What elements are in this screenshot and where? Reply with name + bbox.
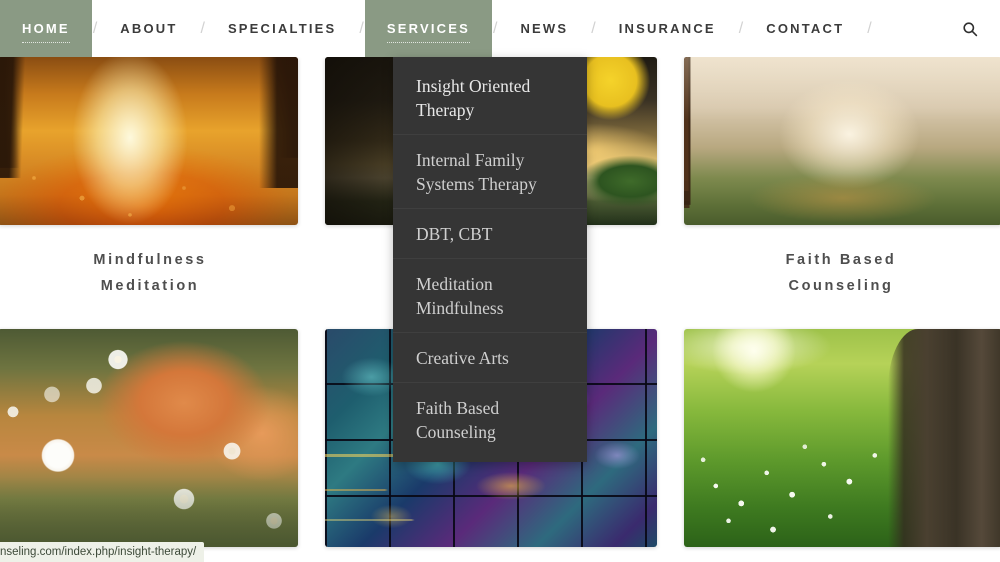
nav-item-insurance[interactable]: INSURANCE <box>597 0 738 57</box>
nav-item-services[interactable]: SERVICES <box>364 0 492 57</box>
nav-active-underline <box>386 42 470 43</box>
caption-line-2: Meditation <box>100 278 200 294</box>
gallery-tile-sunlit-meadow-tree[interactable] <box>684 329 1000 547</box>
gallery-tile-autumn-forest-path[interactable] <box>0 57 298 225</box>
nav-item-label: CONTACT <box>766 21 845 36</box>
page-root: Mindfulness Meditation Faith Based Couns… <box>0 0 1000 562</box>
nav-item-news[interactable]: NEWS <box>498 0 590 57</box>
sunlit-meadow-tree-image <box>684 329 1000 547</box>
browser-status-bar-url: nseling.com/index.php/insight-therapy/ <box>0 542 205 562</box>
nav-item-label: HOME <box>22 21 70 36</box>
nav-separator: / <box>867 19 872 37</box>
nav-item-label: ABOUT <box>120 21 178 36</box>
main-navigation: HOME / ABOUT / SPECIALTIES / SERVICES / … <box>0 0 873 57</box>
dropdown-item-dbt-cbt[interactable]: DBT, CBT <box>393 209 587 259</box>
nav-item-contact[interactable]: CONTACT <box>744 0 866 57</box>
gallery-tile-misty-pine-forest[interactable] <box>684 57 1000 225</box>
dropdown-item-internal-family-systems-therapy[interactable]: Internal Family Systems Therapy <box>393 135 587 209</box>
nav-item-label: SERVICES <box>386 21 470 36</box>
dropdown-item-faith-based-counseling[interactable]: Faith Based Counseling <box>393 383 587 456</box>
nav-item-specialties[interactable]: SPECIALTIES <box>206 0 358 57</box>
site-header: HOME / ABOUT / SPECIALTIES / SERVICES / … <box>0 0 1000 57</box>
dropdown-item-insight-oriented-therapy[interactable]: Insight Oriented Therapy <box>393 61 587 135</box>
nav-item-home[interactable]: HOME <box>0 0 92 57</box>
nav-item-about[interactable]: ABOUT <box>98 0 199 57</box>
misty-pine-forest-image <box>684 57 1000 225</box>
nav-active-underline <box>22 42 70 43</box>
nav-item-label: SPECIALTIES <box>227 21 337 36</box>
caption-mindfulness-meditation: Mindfulness Meditation <box>0 225 300 329</box>
gallery-tile-daisies-terracotta-pots[interactable] <box>0 329 298 547</box>
nav-item-label: NEWS <box>520 21 569 36</box>
caption-line-1: Faith Based <box>785 252 897 268</box>
autumn-forest-path-image <box>0 57 298 225</box>
search-button[interactable] <box>948 0 992 57</box>
services-dropdown-menu: Insight Oriented Therapy Internal Family… <box>393 57 587 462</box>
nav-item-label: INSURANCE <box>618 21 716 36</box>
caption-line-2: Counseling <box>788 278 894 294</box>
dropdown-item-creative-arts[interactable]: Creative Arts <box>393 333 587 383</box>
search-icon <box>962 21 978 37</box>
daisies-terracotta-pots-image <box>0 329 298 547</box>
caption-faith-based-counseling: Faith Based Counseling <box>682 225 1000 329</box>
caption-line-1: Mindfulness <box>93 252 207 268</box>
dropdown-item-meditation-mindfulness[interactable]: Meditation Mindfulness <box>393 259 587 333</box>
